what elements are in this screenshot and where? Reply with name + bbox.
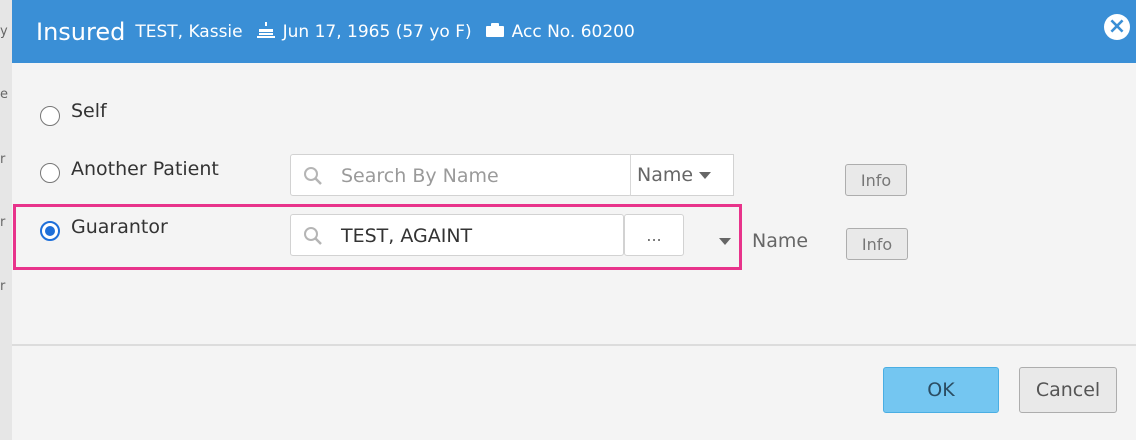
background-char: r bbox=[0, 153, 6, 167]
guarantor-search-input[interactable]: TEST, AGAINT bbox=[290, 214, 624, 256]
cancel-button[interactable]: Cancel bbox=[1019, 367, 1117, 413]
account-number: Acc No. 60200 bbox=[511, 21, 635, 42]
dialog-title: Insured bbox=[36, 17, 126, 46]
ellipsis-button[interactable]: ... bbox=[624, 214, 684, 256]
guarantor-radio[interactable] bbox=[40, 221, 60, 241]
search-by-value: Name bbox=[637, 164, 694, 186]
background-char: r bbox=[0, 216, 6, 230]
close-icon[interactable]: × bbox=[1104, 14, 1130, 40]
patient-name: TEST, Kassie bbox=[135, 21, 243, 42]
another-patient-label: Another Patient bbox=[71, 158, 219, 180]
self-radio[interactable] bbox=[40, 106, 60, 126]
patient-dob: Jun 17, 1965 (57 yo F) bbox=[282, 21, 472, 42]
chevron-down-icon bbox=[699, 171, 712, 179]
folder-icon bbox=[485, 22, 504, 41]
guarantor-info-button[interactable]: Info bbox=[846, 228, 908, 260]
search-by-select[interactable]: Name bbox=[630, 154, 734, 196]
guarantor-search-value: TEST, AGAINT bbox=[341, 225, 473, 247]
guarantor-search-by[interactable]: Name bbox=[752, 230, 808, 252]
background-char: r bbox=[0, 280, 6, 294]
search-icon bbox=[303, 226, 323, 250]
background-char: e bbox=[0, 88, 8, 102]
background-char: y bbox=[0, 25, 8, 39]
another-patient-info-button[interactable]: Info bbox=[845, 164, 907, 196]
chevron-down-icon[interactable] bbox=[719, 238, 731, 245]
another-patient-radio[interactable] bbox=[40, 163, 60, 183]
guarantor-label: Guarantor bbox=[71, 216, 168, 238]
footer-divider bbox=[12, 344, 1136, 346]
search-placeholder: Search By Name bbox=[341, 165, 499, 187]
ok-button[interactable]: OK bbox=[883, 367, 999, 413]
insured-dialog: Insured TEST, Kassie Jun 17, 1965 (57 yo… bbox=[12, 0, 1136, 440]
dialog-titlebar: Insured TEST, Kassie Jun 17, 1965 (57 yo… bbox=[12, 0, 1136, 63]
birthday-cake-icon bbox=[256, 21, 275, 43]
self-label: Self bbox=[71, 100, 107, 122]
patient-search-input[interactable]: Search By Name bbox=[290, 154, 632, 196]
search-icon bbox=[303, 166, 323, 190]
